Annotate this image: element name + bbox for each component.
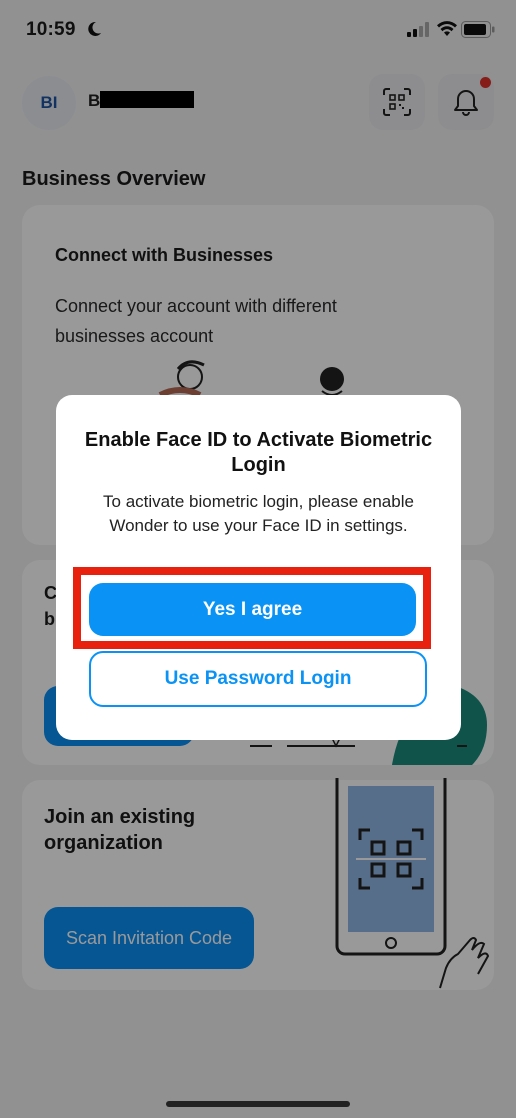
dialog-title: Enable Face ID to Activate Biometric Log… [84,429,433,476]
dialog-message: To activate biometric login, please enab… [103,492,414,535]
home-indicator [166,1101,350,1107]
password-login-button[interactable]: Use Password Login [89,651,427,707]
highlight-box [73,567,431,649]
